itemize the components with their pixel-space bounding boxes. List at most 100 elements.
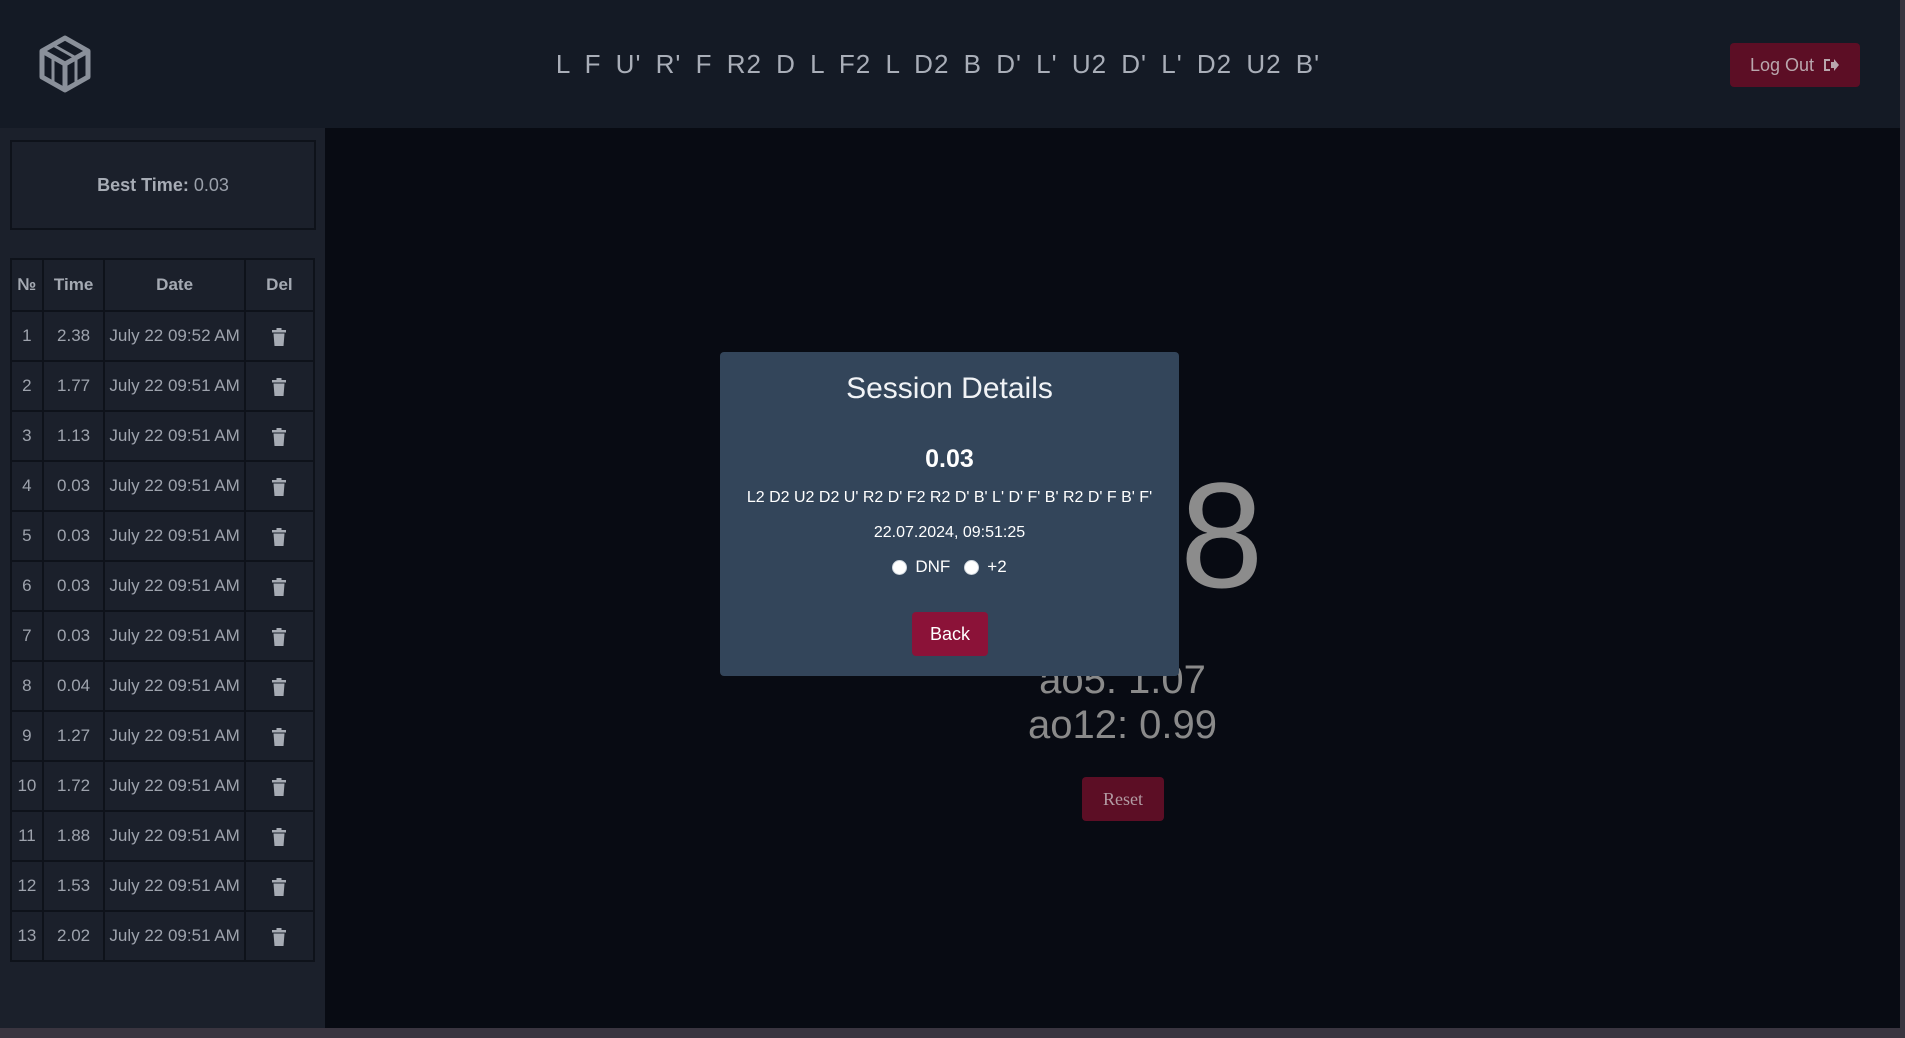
row-delete-cell bbox=[243, 610, 316, 662]
scramble-display: L F U' R' F R2 D L F2 L D2 B D' L' U2 D'… bbox=[0, 0, 1900, 128]
trash-icon[interactable] bbox=[272, 727, 287, 746]
row-number: 7 bbox=[10, 610, 44, 662]
row-delete-cell bbox=[243, 760, 316, 812]
row-time[interactable]: 1.27 bbox=[41, 710, 106, 762]
plus2-radio[interactable] bbox=[964, 559, 980, 575]
row-date: July 22 09:52 AM bbox=[103, 310, 246, 362]
row-date: July 22 09:51 AM bbox=[103, 710, 246, 762]
modal-scramble: L2 D2 U2 D2 U' R2 D' F2 R2 D' B' L' D' F… bbox=[746, 489, 1153, 506]
back-button[interactable]: Back bbox=[912, 612, 988, 656]
table-row[interactable]: 7 0.03 July 22 09:51 AM bbox=[10, 610, 316, 662]
row-number: 11 bbox=[10, 810, 44, 862]
row-time[interactable]: 1.77 bbox=[41, 360, 106, 412]
app-window: L F U' R' F R2 D L F2 L D2 B D' L' U2 D'… bbox=[0, 0, 1900, 1028]
row-delete-cell bbox=[243, 310, 316, 362]
best-time-label: Best Time: bbox=[97, 174, 189, 195]
modal-datetime: 22.07.2024, 09:51:25 bbox=[873, 524, 1026, 541]
dnf-radio[interactable] bbox=[892, 559, 908, 575]
row-date: July 22 09:51 AM bbox=[103, 860, 246, 912]
row-number: 9 bbox=[10, 710, 44, 762]
row-date: July 22 09:51 AM bbox=[103, 360, 246, 412]
plus2-label: +2 bbox=[987, 557, 1007, 576]
row-number: 6 bbox=[10, 560, 44, 612]
row-delete-cell bbox=[243, 360, 316, 412]
session-details-modal: Session Details 0.03 L2 D2 U2 D2 U' R2 D… bbox=[720, 352, 1179, 676]
table-row[interactable]: 10 1.72 July 22 09:51 AM bbox=[10, 760, 316, 812]
row-number: 1 bbox=[10, 310, 44, 362]
row-date: July 22 09:51 AM bbox=[103, 610, 246, 662]
table-row[interactable]: 6 0.03 July 22 09:51 AM bbox=[10, 560, 316, 612]
row-time[interactable]: 2.02 bbox=[41, 910, 106, 962]
logout-label: Log Out bbox=[1749, 54, 1815, 75]
dnf-label: DNF bbox=[915, 557, 951, 576]
logout-button[interactable]: Log Out bbox=[1730, 43, 1860, 87]
row-delete-cell bbox=[243, 460, 316, 512]
table-row[interactable]: 5 0.03 July 22 09:51 AM bbox=[10, 510, 316, 562]
column-time: Time bbox=[41, 258, 106, 312]
row-delete-cell bbox=[243, 910, 316, 962]
row-time[interactable]: 1.88 bbox=[41, 810, 106, 862]
row-date: July 22 09:51 AM bbox=[103, 410, 246, 462]
table-row[interactable]: 11 1.88 July 22 09:51 AM bbox=[10, 810, 316, 862]
row-delete-cell bbox=[243, 510, 316, 562]
trash-icon[interactable] bbox=[272, 877, 287, 896]
row-date: July 22 09:51 AM bbox=[103, 760, 246, 812]
table-row[interactable]: 4 0.03 July 22 09:51 AM bbox=[10, 460, 316, 512]
table-row[interactable]: 8 0.04 July 22 09:51 AM bbox=[10, 660, 316, 712]
column-number: № bbox=[10, 258, 44, 312]
table-row[interactable]: 1 2.38 July 22 09:52 AM bbox=[10, 310, 316, 362]
modal-title: Session Details bbox=[846, 372, 1053, 405]
sidebar: Best Time: 0.03 № Time Date Del 1 2.38 Jul… bbox=[0, 128, 325, 1028]
row-number: 8 bbox=[10, 660, 44, 712]
trash-icon[interactable] bbox=[272, 477, 287, 496]
trash-icon[interactable] bbox=[272, 927, 287, 946]
row-time[interactable]: 1.72 bbox=[41, 760, 106, 812]
row-delete-cell bbox=[243, 710, 316, 762]
trash-icon[interactable] bbox=[272, 677, 287, 696]
sign-out-icon bbox=[1824, 59, 1840, 71]
trash-icon[interactable] bbox=[272, 427, 287, 446]
row-delete-cell bbox=[243, 810, 316, 862]
row-time[interactable]: 2.38 bbox=[41, 310, 106, 362]
table-row[interactable]: 3 1.13 July 22 09:51 AM bbox=[10, 410, 316, 462]
table-row[interactable]: 13 2.02 July 22 09:51 AM bbox=[10, 910, 316, 962]
trash-icon[interactable] bbox=[272, 827, 287, 846]
row-time[interactable]: 0.03 bbox=[41, 560, 106, 612]
best-time-value: 0.03 bbox=[193, 174, 229, 195]
row-delete-cell bbox=[243, 560, 316, 612]
row-number: 10 bbox=[10, 760, 44, 812]
row-time[interactable]: 0.04 bbox=[41, 660, 106, 712]
table-row[interactable]: 12 1.53 July 22 09:51 AM bbox=[10, 860, 316, 912]
row-number: 3 bbox=[10, 410, 44, 462]
trash-icon[interactable] bbox=[272, 377, 287, 396]
trash-icon[interactable] bbox=[272, 527, 287, 546]
row-delete-cell bbox=[243, 660, 316, 712]
row-date: July 22 09:51 AM bbox=[103, 910, 246, 962]
row-time[interactable]: 0.03 bbox=[41, 610, 106, 662]
row-number: 5 bbox=[10, 510, 44, 562]
ao12-stat: ao12: 0.99 bbox=[1027, 703, 1218, 747]
row-time[interactable]: 1.53 bbox=[41, 860, 106, 912]
row-number: 2 bbox=[10, 360, 44, 412]
header: L F U' R' F R2 D L F2 L D2 B D' L' U2 D'… bbox=[0, 0, 1900, 128]
row-date: July 22 09:51 AM bbox=[103, 810, 246, 862]
row-number: 13 bbox=[10, 910, 44, 962]
row-time[interactable]: 0.03 bbox=[41, 460, 106, 512]
trash-icon[interactable] bbox=[272, 327, 287, 346]
row-number: 4 bbox=[10, 460, 44, 512]
row-number: 12 bbox=[10, 860, 44, 912]
row-time[interactable]: 1.13 bbox=[41, 410, 106, 462]
trash-icon[interactable] bbox=[272, 777, 287, 796]
row-date: July 22 09:51 AM bbox=[103, 510, 246, 562]
table-row[interactable]: 9 1.27 July 22 09:51 AM bbox=[10, 710, 316, 762]
row-time[interactable]: 0.03 bbox=[41, 510, 106, 562]
row-date: July 22 09:51 AM bbox=[103, 460, 246, 512]
trash-icon[interactable] bbox=[272, 627, 287, 646]
table-row[interactable]: 2 1.77 July 22 09:51 AM bbox=[10, 360, 316, 412]
table-header-row: № Time Date Del bbox=[10, 258, 316, 312]
column-delete: Del bbox=[243, 258, 316, 312]
reset-button[interactable]: Reset bbox=[1082, 777, 1164, 821]
trash-icon[interactable] bbox=[272, 577, 287, 596]
timer-display: 8 bbox=[1180, 451, 1264, 619]
row-delete-cell bbox=[243, 410, 316, 462]
